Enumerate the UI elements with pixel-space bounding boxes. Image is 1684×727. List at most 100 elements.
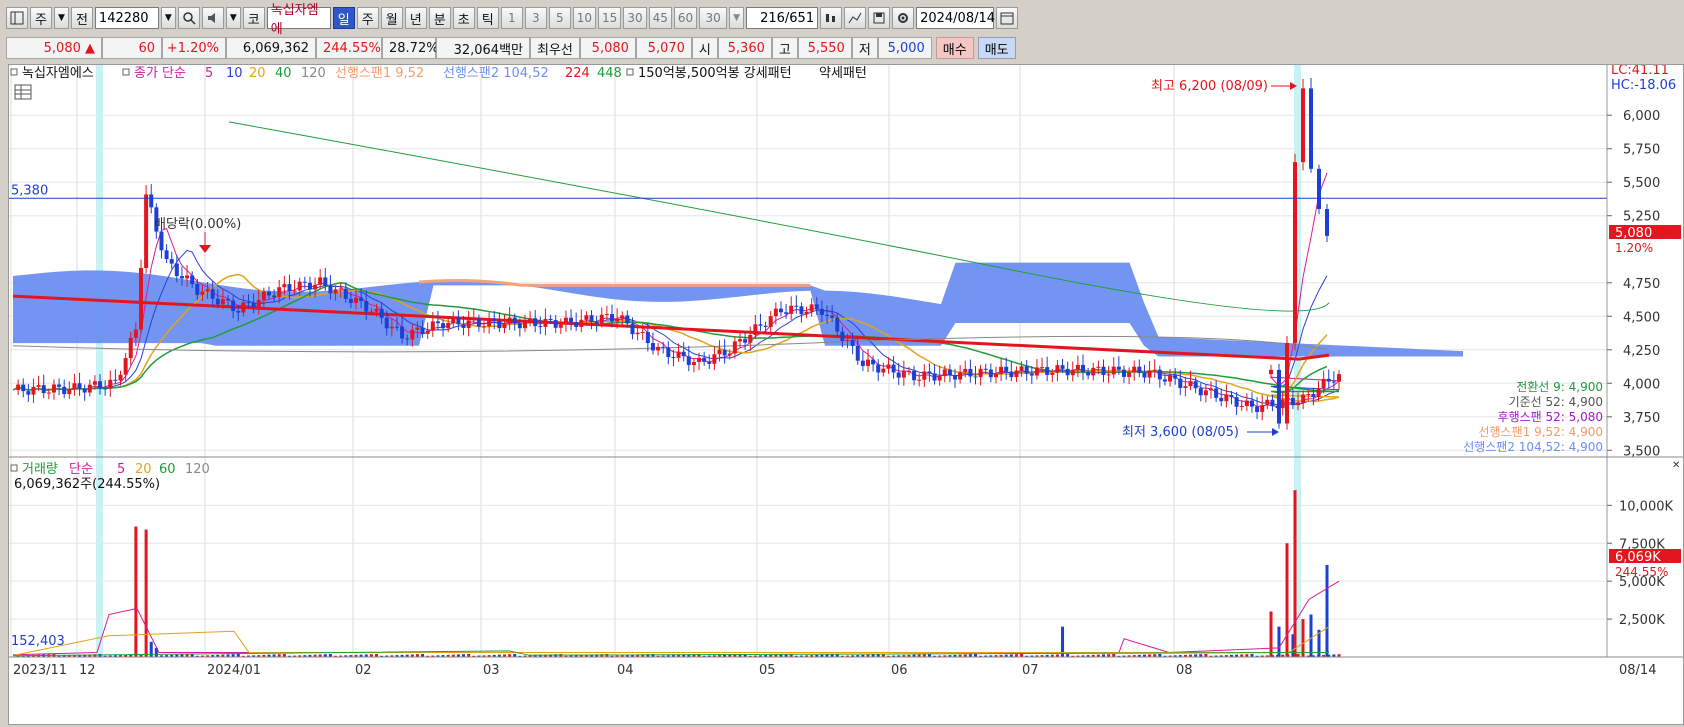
candle-body (185, 275, 190, 279)
candle-body (1173, 375, 1178, 379)
market-select[interactable]: 주 (30, 7, 52, 29)
sell-button[interactable]: 매도 (977, 37, 1016, 59)
tab-week[interactable]: 주 (356, 7, 379, 29)
candle-icon[interactable] (820, 7, 843, 29)
volume-percent: 244.55% (316, 37, 382, 59)
interval-select[interactable]: 30 (699, 7, 728, 29)
calendar-icon[interactable] (996, 7, 1019, 29)
change-percent: +1.20% (162, 37, 226, 59)
candle-body (865, 359, 870, 366)
interval-60[interactable]: 60 (673, 7, 698, 29)
search-icon[interactable] (177, 7, 200, 29)
speaker-dropdown-icon[interactable]: ▼ (225, 7, 241, 29)
page-count[interactable]: 216/651 (746, 7, 819, 29)
gear-icon[interactable] (892, 7, 915, 29)
interval-45[interactable]: 45 (648, 7, 672, 29)
candle-body (1106, 374, 1111, 376)
legend-ma5: 5 (205, 66, 213, 81)
interval-30[interactable]: 30 (623, 7, 647, 29)
interval-3[interactable]: 3 (524, 7, 547, 29)
candle-body (666, 347, 671, 358)
price-tick-label: 4,500 (1623, 310, 1660, 325)
prev-button[interactable]: 전 (70, 7, 93, 29)
candle-body (220, 299, 225, 305)
layout-icon[interactable] (6, 7, 28, 29)
candle-body (645, 331, 650, 344)
tab-second[interactable]: 초 (452, 7, 475, 29)
candle-body (686, 356, 691, 366)
stock-chart[interactable]: 5,380 녹십자엠에스 종가 단순 5 10 20 40 120 선행스팬1 … (9, 63, 1683, 724)
best-ask-label: 최우선 (530, 37, 580, 59)
x-tick-label: 07 (1022, 663, 1039, 678)
candle-body (881, 368, 886, 373)
candle-body (558, 324, 563, 328)
dropdown-icon[interactable]: ▼ (54, 7, 69, 29)
high-price: 5,550 (797, 37, 852, 59)
interval-dropdown-icon[interactable]: ▼ (729, 7, 745, 29)
interval-10[interactable]: 10 (572, 7, 597, 29)
interval-15[interactable]: 15 (598, 7, 622, 29)
candle-body (292, 290, 297, 292)
candle-body (1290, 397, 1295, 406)
candle-body (1280, 399, 1285, 409)
candle-body (190, 275, 195, 284)
save-icon[interactable] (868, 7, 891, 29)
x-tick-label: 05 (759, 663, 776, 678)
candle-body (343, 288, 348, 299)
code-input[interactable]: 142280 (94, 7, 159, 29)
speaker-icon[interactable] (201, 7, 224, 29)
candle-body (466, 320, 471, 328)
reference-label: 5,380 (11, 183, 48, 198)
stock-name[interactable]: 녹십자엠에 (266, 3, 331, 37)
candle-body (548, 318, 553, 321)
date-input[interactable]: 2024/08/14 (916, 7, 995, 29)
candle-body (1234, 397, 1239, 407)
volume-ma5 (12, 580, 1340, 656)
candle-body (1249, 400, 1254, 407)
table-icon[interactable] (14, 84, 32, 100)
tab-minute[interactable]: 분 (428, 7, 451, 29)
candle-body (753, 324, 758, 335)
price-tick-label: 5,250 (1623, 210, 1660, 225)
interval-1[interactable]: 1 (500, 7, 523, 29)
candle-body (584, 315, 589, 320)
candle-body (113, 379, 118, 381)
candle-body (1137, 366, 1142, 374)
candle-body (1209, 388, 1214, 391)
x-axis-end: 08/14 (1619, 663, 1656, 678)
tab-year[interactable]: 년 (404, 7, 427, 29)
candle-body (830, 315, 835, 318)
x-tick-label: 03 (483, 663, 500, 678)
candle-body (814, 304, 819, 309)
candle-body (313, 284, 318, 290)
tab-month[interactable]: 월 (380, 7, 403, 29)
chart-area[interactable]: 5,380 녹십자엠에스 종가 단순 5 10 20 40 120 선행스팬1 … (8, 63, 1684, 725)
candle-body (1277, 369, 1281, 424)
candle-body (804, 311, 809, 315)
candle-body (348, 298, 353, 304)
candle-body (456, 317, 461, 325)
candle-body (876, 364, 881, 373)
tab-tick[interactable]: 틱 (476, 7, 499, 29)
candle-body (1214, 388, 1219, 398)
legend-span2: 선행스팬2 104,52 (443, 65, 549, 81)
vol-ma5: 5 (117, 462, 125, 477)
trend-icon[interactable] (844, 7, 867, 29)
code-dropdown-icon[interactable]: ▼ (160, 7, 176, 29)
volume-legend: 거래량 단순 5 20 60 120 6,069,362주(244.55%) (10, 462, 210, 492)
x-tick-label: 04 (617, 663, 634, 678)
legend-stock-name: 녹십자엠에스 (22, 66, 94, 81)
legend-ma10: 10 (226, 66, 243, 81)
tab-day[interactable]: 일 (332, 7, 355, 29)
candle-body (1244, 400, 1249, 407)
candle-body (1301, 88, 1305, 163)
candle-body (338, 288, 343, 290)
candle-body (579, 319, 584, 327)
candle-body (1219, 397, 1224, 402)
interval-5[interactable]: 5 (548, 7, 571, 29)
candle-body (174, 263, 179, 277)
candle-body (272, 295, 277, 298)
buy-button[interactable]: 매수 (935, 37, 974, 59)
market-type-badge[interactable]: 코 (242, 7, 265, 29)
close-panel-icon[interactable]: ✕ (1672, 460, 1680, 471)
